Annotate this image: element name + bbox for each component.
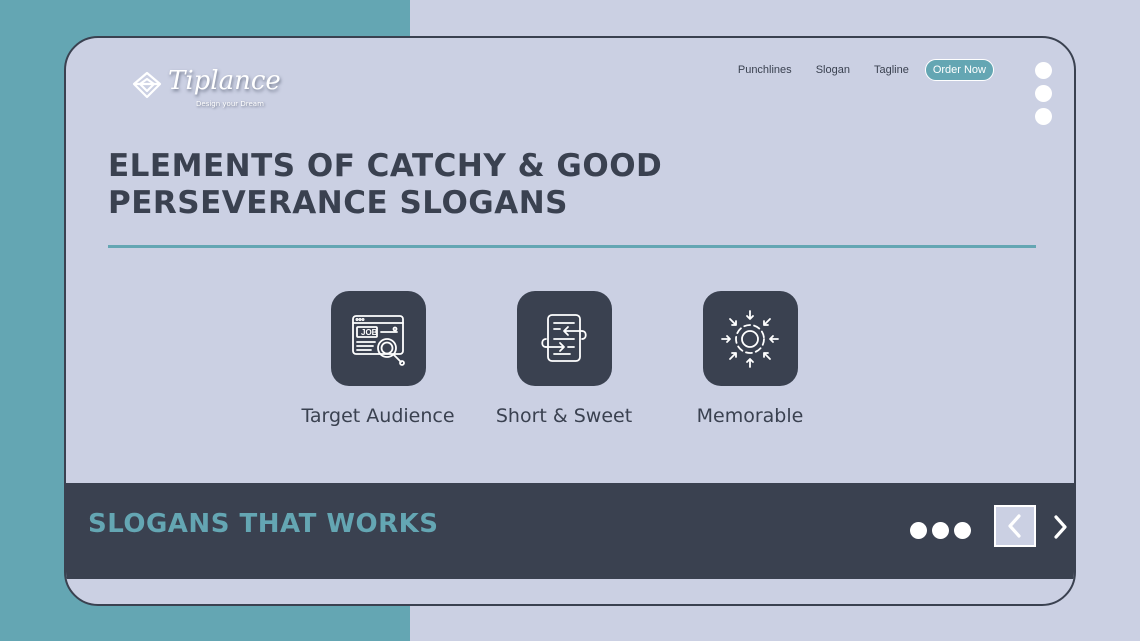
footer-title: SLOGANS THAT WORKS	[88, 509, 439, 539]
feature-label: Target Audience	[301, 405, 455, 427]
nav-link-tagline[interactable]: Tagline	[874, 64, 909, 76]
menu-dot	[1035, 85, 1052, 102]
menu-dot	[1035, 62, 1052, 79]
feature-memorable: Memorable	[660, 291, 840, 427]
order-now-button[interactable]: Order Now	[924, 59, 994, 81]
brand-logo[interactable]: Tiplance Design your Dream	[130, 66, 281, 116]
document-arrows-icon	[541, 313, 587, 362]
feature-tile	[702, 291, 798, 386]
title-line-2: PERSEVERANCE SLOGANS	[108, 185, 568, 221]
logo-mark-icon	[132, 71, 162, 99]
pager-dot[interactable]	[954, 522, 971, 539]
title-divider	[108, 245, 1036, 248]
nav-link-slogan[interactable]: Slogan	[816, 64, 850, 76]
svg-text:JOB: JOB	[361, 328, 378, 337]
footer-bar: SLOGANS THAT WORKS	[66, 483, 1074, 579]
nav-link-punchlines[interactable]: Punchlines	[738, 64, 792, 76]
page-title: ELEMENTS OF CATCHY & GOOD PERSEVERANCE S…	[108, 148, 728, 222]
chevron-right-icon	[1054, 515, 1067, 539]
pager-dot[interactable]	[910, 522, 927, 539]
feature-label: Memorable	[696, 405, 804, 427]
pager-dot[interactable]	[932, 522, 949, 539]
job-search-icon: JOB	[352, 314, 405, 366]
slide-card: Tiplance Design your Dream Punchlines Sl…	[64, 36, 1076, 606]
top-navigation: Punchlines Slogan Tagline Order Now	[714, 59, 994, 81]
next-button[interactable]	[1046, 510, 1074, 544]
title-line-1: ELEMENTS OF CATCHY & GOOD	[108, 148, 663, 184]
feature-target-audience: JOB Target Audience	[288, 291, 468, 427]
chevron-left-icon	[1008, 514, 1021, 538]
feature-label: Short & Sweet	[495, 405, 633, 427]
feature-short-sweet: Short & Sweet	[474, 291, 654, 427]
pager-dots	[910, 522, 971, 539]
previous-button[interactable]	[994, 505, 1036, 547]
brand-tagline: Design your Dream	[196, 100, 264, 108]
menu-dot	[1035, 108, 1052, 125]
focus-target-icon	[721, 309, 779, 368]
feature-tile	[516, 291, 612, 386]
brand-name: Tiplance	[168, 66, 281, 96]
vertical-dots-icon[interactable]	[1035, 62, 1052, 125]
feature-tile: JOB	[330, 291, 426, 386]
